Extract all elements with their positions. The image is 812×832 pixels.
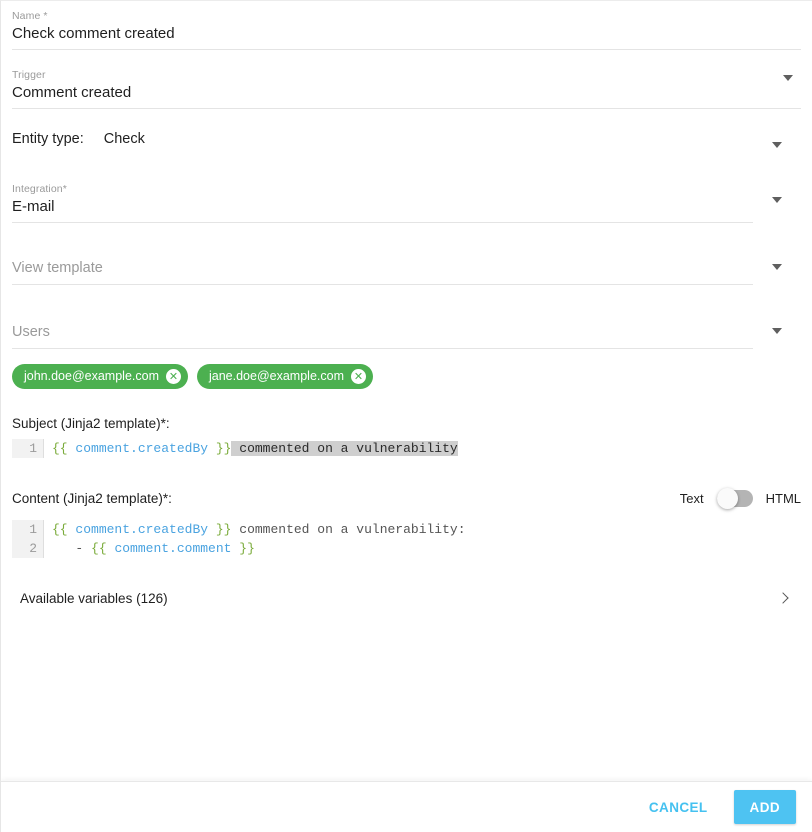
line-number: 1: [29, 522, 37, 537]
entity-type-field[interactable]: Entity type: Check: [12, 131, 801, 165]
content-title: Content (Jinja2 template)*:: [12, 491, 172, 506]
form-body: Name * Check comment created Trigger Com…: [1, 1, 812, 782]
line-number: 1: [29, 441, 37, 456]
content-format-toggle-group: Text HTML: [679, 488, 801, 509]
entity-type-label: Entity type:: [12, 131, 84, 147]
integration-field[interactable]: Integration* E-mail: [12, 165, 801, 223]
trigger-field-underline: [12, 108, 801, 109]
trigger-field[interactable]: Trigger Comment created: [12, 50, 801, 109]
code-line[interactable]: - {{ comment.comment }}: [52, 539, 801, 558]
code-token-var: comment.createdBy: [75, 441, 209, 456]
user-chip[interactable]: jane.doe@example.com ✕: [197, 364, 373, 389]
code-line[interactable]: {{ comment.createdBy }} commented on a v…: [52, 520, 801, 539]
available-variables-row[interactable]: Available variables (126): [12, 583, 801, 613]
code-token-brace: {{: [52, 441, 68, 456]
content-code[interactable]: {{ comment.createdBy }} commented on a v…: [44, 520, 801, 558]
code-token-brace: {{: [52, 522, 68, 537]
subject-code[interactable]: {{ comment.createdBy }} commented on a v…: [44, 439, 801, 458]
name-field-label: Name *: [12, 10, 48, 22]
chevron-down-icon[interactable]: [772, 264, 782, 270]
content-section-header: Content (Jinja2 template)*: Text HTML: [12, 488, 801, 509]
name-field-value[interactable]: Check comment created: [12, 23, 801, 49]
dialog-footer: CANCEL ADD: [1, 781, 812, 832]
trigger-field-value[interactable]: Comment created: [12, 82, 801, 108]
content-gutter: 12: [12, 520, 44, 558]
view-template-field[interactable]: View template: [12, 223, 801, 285]
toggle-knob[interactable]: [716, 488, 738, 509]
toggle-label-html: HTML: [765, 491, 801, 506]
user-chip-label: john.doe@example.com: [24, 369, 159, 383]
code-token-plain: -: [52, 541, 92, 556]
chevron-down-icon[interactable]: [772, 142, 782, 148]
integration-field-label: Integration*: [12, 183, 67, 195]
chevron-right-icon[interactable]: [777, 592, 789, 604]
code-line[interactable]: {{ comment.createdBy }} commented on a v…: [52, 439, 801, 458]
available-variables-label: Available variables (126): [20, 590, 168, 606]
chip-remove-icon[interactable]: ✕: [351, 369, 366, 384]
chevron-down-icon[interactable]: [772, 328, 782, 334]
content-code-editor[interactable]: 12 {{ comment.createdBy }} commented on …: [12, 520, 801, 558]
subject-gutter: 1: [12, 439, 44, 458]
code-token-brace: }}: [215, 441, 232, 456]
chevron-down-icon[interactable]: [783, 75, 793, 81]
user-chip-label: jane.doe@example.com: [209, 369, 344, 383]
name-field[interactable]: Name * Check comment created: [12, 1, 801, 50]
subject-section-header: Subject (Jinja2 template)*:: [12, 416, 801, 431]
code-token-var: comment.comment: [114, 541, 232, 556]
chevron-down-icon[interactable]: [772, 197, 782, 203]
notification-rule-dialog: Name * Check comment created Trigger Com…: [0, 0, 812, 832]
subject-title: Subject (Jinja2 template)*:: [12, 416, 170, 431]
code-token-brace: }}: [215, 522, 232, 537]
code-token-brace: {{: [91, 541, 107, 556]
users-placeholder: Users: [12, 324, 50, 340]
integration-field-value[interactable]: E-mail: [12, 196, 801, 222]
user-chip-list: john.doe@example.com ✕ jane.doe@example.co…: [12, 349, 801, 389]
line-number: 2: [29, 541, 37, 556]
view-template-placeholder: View template: [12, 260, 103, 276]
toggle-label-text: Text: [679, 491, 704, 506]
add-button[interactable]: ADD: [733, 790, 796, 824]
code-token-plain: commented on a vulnerability:: [231, 522, 466, 537]
users-field[interactable]: Users: [12, 285, 801, 349]
chip-remove-icon[interactable]: ✕: [166, 369, 181, 384]
entity-type-value[interactable]: Check: [104, 131, 145, 147]
subject-code-editor[interactable]: 1 {{ comment.createdBy }} commented on a…: [12, 439, 801, 458]
users-underline: [12, 348, 753, 349]
code-token-brace: }}: [239, 541, 255, 556]
user-chip[interactable]: john.doe@example.com ✕: [12, 364, 188, 389]
code-token-var: comment.createdBy: [75, 522, 209, 537]
text-html-toggle[interactable]: [716, 488, 753, 509]
cancel-button[interactable]: CANCEL: [639, 792, 718, 823]
trigger-field-label: Trigger: [12, 69, 46, 81]
code-token-selected: commented on a vulnerability: [231, 441, 458, 456]
